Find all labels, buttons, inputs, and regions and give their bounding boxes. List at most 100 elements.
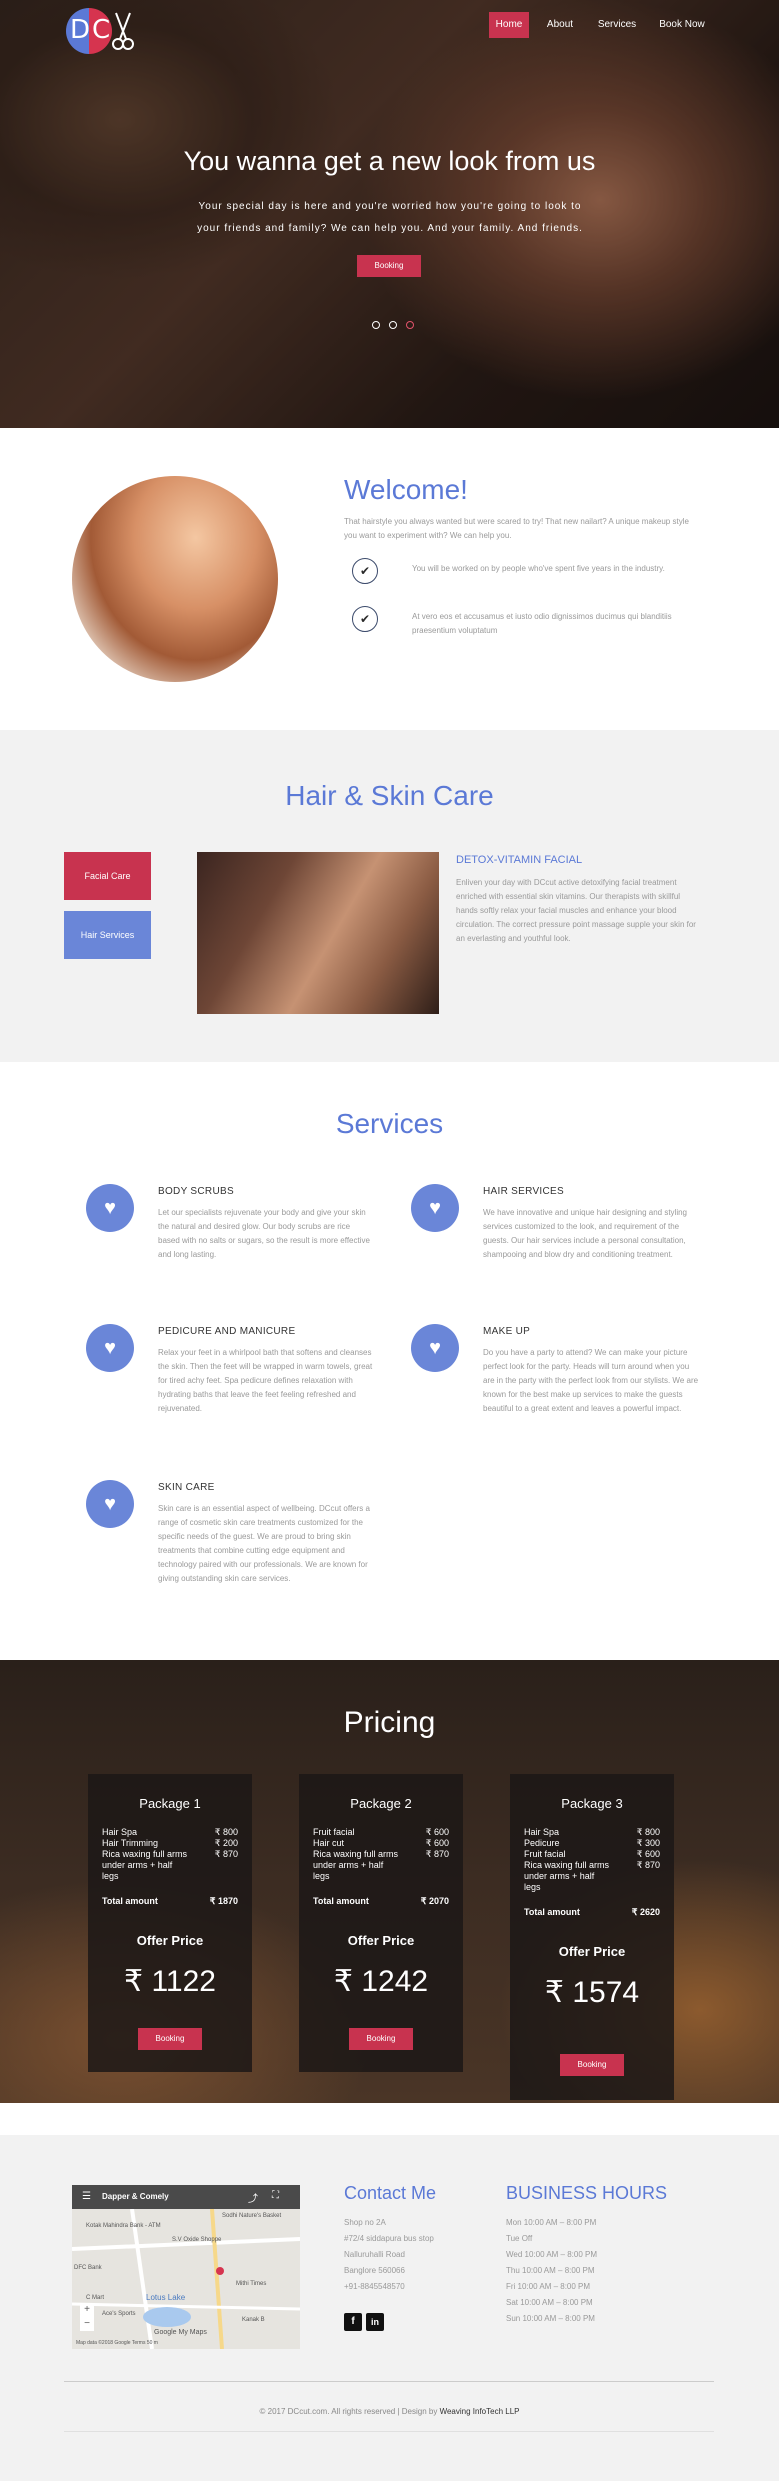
share-icon[interactable]: ⤴: [248, 2190, 258, 2205]
package-name: Package 3: [561, 1796, 623, 1811]
hero-booking-button[interactable]: Booking: [357, 255, 421, 277]
slider-dot-1[interactable]: [372, 321, 380, 329]
item-price: ₹ 200: [214, 1838, 238, 1848]
welcome-title: Welcome!: [344, 474, 468, 505]
map-label: DFC Bank: [74, 2265, 102, 2271]
item-price: ₹ 870: [425, 1849, 449, 1859]
total-amount: ₹ 2070: [420, 1896, 449, 1906]
slider-dot-2[interactable]: [389, 321, 397, 329]
heart-icon: ♥: [86, 1184, 134, 1232]
contact-line: Banglore 560066: [344, 2266, 405, 2275]
slider-dot-3[interactable]: [406, 321, 414, 329]
welcome-intro: That hairstyle you always wanted but wer…: [344, 517, 689, 540]
item-price: ₹ 870: [636, 1860, 660, 1870]
item-price: ₹ 870: [214, 1849, 238, 1859]
designer-link[interactable]: Weaving InfoTech LLP: [440, 2407, 520, 2416]
item-name: Rica waxing full arms under arms + half …: [313, 1849, 399, 1881]
service-text: We have innovative and unique hair desig…: [483, 1208, 687, 1259]
offer-price: ₹ 1122: [124, 1965, 216, 1998]
map-place-name: Dapper & Comely: [102, 2192, 169, 2201]
feature-title: DETOX-VITAMIN FACIAL: [456, 854, 583, 866]
offer-price: ₹ 1574: [544, 1976, 640, 2009]
footer-divider: [64, 2381, 714, 2382]
map-label: Lotus Lake: [146, 2293, 186, 2302]
map-label: Sodhi Nature's Basket: [222, 2213, 282, 2219]
package-booking-button[interactable]: Booking: [138, 2028, 202, 2050]
hours-title: BUSINESS HOURS: [506, 2183, 668, 2203]
package-items: Hair Spa ₹ 800 Hair Trimming ₹ 200 Rica wa…: [102, 1827, 238, 1882]
welcome-point-2: At vero eos et accusamus et iusto odio d…: [412, 612, 672, 635]
package-items: Fruit facial ₹ 600 Hair cut ₹ 600 Rica wax…: [313, 1827, 449, 1882]
footer: ☰ Dapper & Comely ⤴ ⛶ Kotak Mahindra Ban…: [0, 2135, 779, 2481]
map-header: ☰ Dapper & Comely ⤴ ⛶: [72, 2185, 300, 2209]
pricing-title: Pricing: [343, 1706, 436, 1739]
item-name: Pedicure: [524, 1838, 560, 1848]
hours-row: Thu 10:00 AM – 8:00 PM: [506, 2266, 595, 2275]
contact-address: Shop no 2A #72/4 siddapura bus stop Nall…: [344, 2215, 434, 2295]
map-label: Ace's Sports: [102, 2311, 136, 2317]
item-name: Rica waxing full arms under arms + half …: [102, 1849, 188, 1881]
map-zoom-control[interactable]: + −: [80, 2303, 94, 2331]
map-footer-text: Map data ©2018 Google Terms 50 m: [76, 2340, 158, 2346]
nav-about[interactable]: About: [541, 12, 579, 38]
map-brand: Google My Maps: [154, 2329, 207, 2336]
pricing-section: Pricing Package 1 Hair Spa ₹ 800 Hair Tri…: [0, 1660, 779, 2103]
tab-facial-care[interactable]: Facial Care: [64, 852, 151, 900]
facebook-icon[interactable]: f: [344, 2313, 362, 2331]
item-name: Fruit facial: [524, 1849, 566, 1859]
facial-image: [197, 852, 439, 1014]
offer-label: Offer Price: [136, 1933, 204, 1948]
item-price: ₹ 800: [214, 1827, 238, 1837]
item-price: ₹ 600: [636, 1849, 660, 1859]
package-total: Total amount ₹ 2620: [524, 1907, 660, 1918]
package-booking-button[interactable]: Booking: [349, 2028, 413, 2050]
map-embed[interactable]: ☰ Dapper & Comely ⤴ ⛶ Kotak Mahindra Ban…: [72, 2185, 300, 2349]
item-price: ₹ 600: [425, 1827, 449, 1837]
map-label: C Mart: [86, 2295, 104, 2301]
item-name: Rica waxing full arms under arms + half …: [524, 1860, 610, 1892]
heart-icon: ♥: [86, 1324, 134, 1372]
tab-hair-services[interactable]: Hair Services: [64, 911, 151, 959]
nav-home[interactable]: Home: [489, 12, 529, 38]
package-booking-button[interactable]: Booking: [560, 2054, 624, 2076]
offer-label: Offer Price: [558, 1944, 626, 1959]
nav-services[interactable]: Services: [592, 12, 642, 38]
check-icon: ✔: [352, 606, 378, 632]
hero-subtitle-line1: Your special day is here and you're worr…: [198, 201, 582, 212]
fullscreen-icon[interactable]: ⛶: [272, 2190, 279, 2201]
map-roads: [72, 2209, 300, 2349]
hair-skin-section: Hair & Skin Care Facial Care Hair Servic…: [0, 730, 779, 1062]
item-name: Hair Trimming: [102, 1838, 159, 1848]
linkedin-icon[interactable]: in: [366, 2313, 384, 2331]
heart-icon: ♥: [86, 1480, 134, 1528]
hero-title: You wanna get a new look from us: [183, 146, 596, 176]
map-label: Mithi Times: [236, 2281, 267, 2287]
item-name: Hair Spa: [102, 1827, 138, 1837]
total-amount: ₹ 1870: [209, 1896, 238, 1906]
contact-line: Shop no 2A: [344, 2218, 386, 2227]
map-label: Kotak Mahindra Bank - ATM: [86, 2223, 161, 2229]
package-total: Total amount ₹ 2070: [313, 1896, 449, 1907]
copyright: © 2017 DCcut.com. All rights reserved | …: [0, 2407, 779, 2416]
hours-row: Wed 10:00 AM – 8:00 PM: [506, 2250, 598, 2259]
map-label: S.V Oxide Shoppe: [172, 2237, 222, 2243]
item-name: Hair cut: [313, 1838, 345, 1848]
welcome-massage-image: [72, 476, 278, 682]
services-title: Services: [335, 1108, 444, 1139]
copyright-text: © 2017 DCcut.com. All rights reserved | …: [259, 2407, 438, 2416]
package-items: Hair Spa ₹ 800 Pedicure ₹ 300 Fruit facial…: [524, 1827, 660, 1893]
package-name: Package 2: [350, 1796, 412, 1811]
pricing-card: Package 3 Hair Spa ₹ 800 Pedicure ₹ 300 Fr…: [510, 1774, 674, 2100]
hours-row: Sun 10:00 AM – 8:00 PM: [506, 2314, 595, 2323]
hours-row: Mon 10:00 AM – 8:00 PM: [506, 2218, 597, 2227]
service-text: Do you have a party to attend? We can ma…: [483, 1348, 699, 1413]
footer-divider: [64, 2431, 714, 2432]
item-price: ₹ 600: [425, 1838, 449, 1848]
map-menu-icon[interactable]: ☰: [82, 2191, 91, 2202]
hero-subtitle: Your special day is here and you're worr…: [150, 196, 630, 240]
total-label: Total amount: [102, 1896, 158, 1906]
nav-book-now[interactable]: Book Now: [654, 12, 710, 38]
item-price: ₹ 800: [636, 1827, 660, 1837]
hero-subtitle-line2: your friends and family? We can help you…: [197, 223, 583, 234]
contact-line: #72/4 siddapura bus stop: [344, 2234, 434, 2243]
